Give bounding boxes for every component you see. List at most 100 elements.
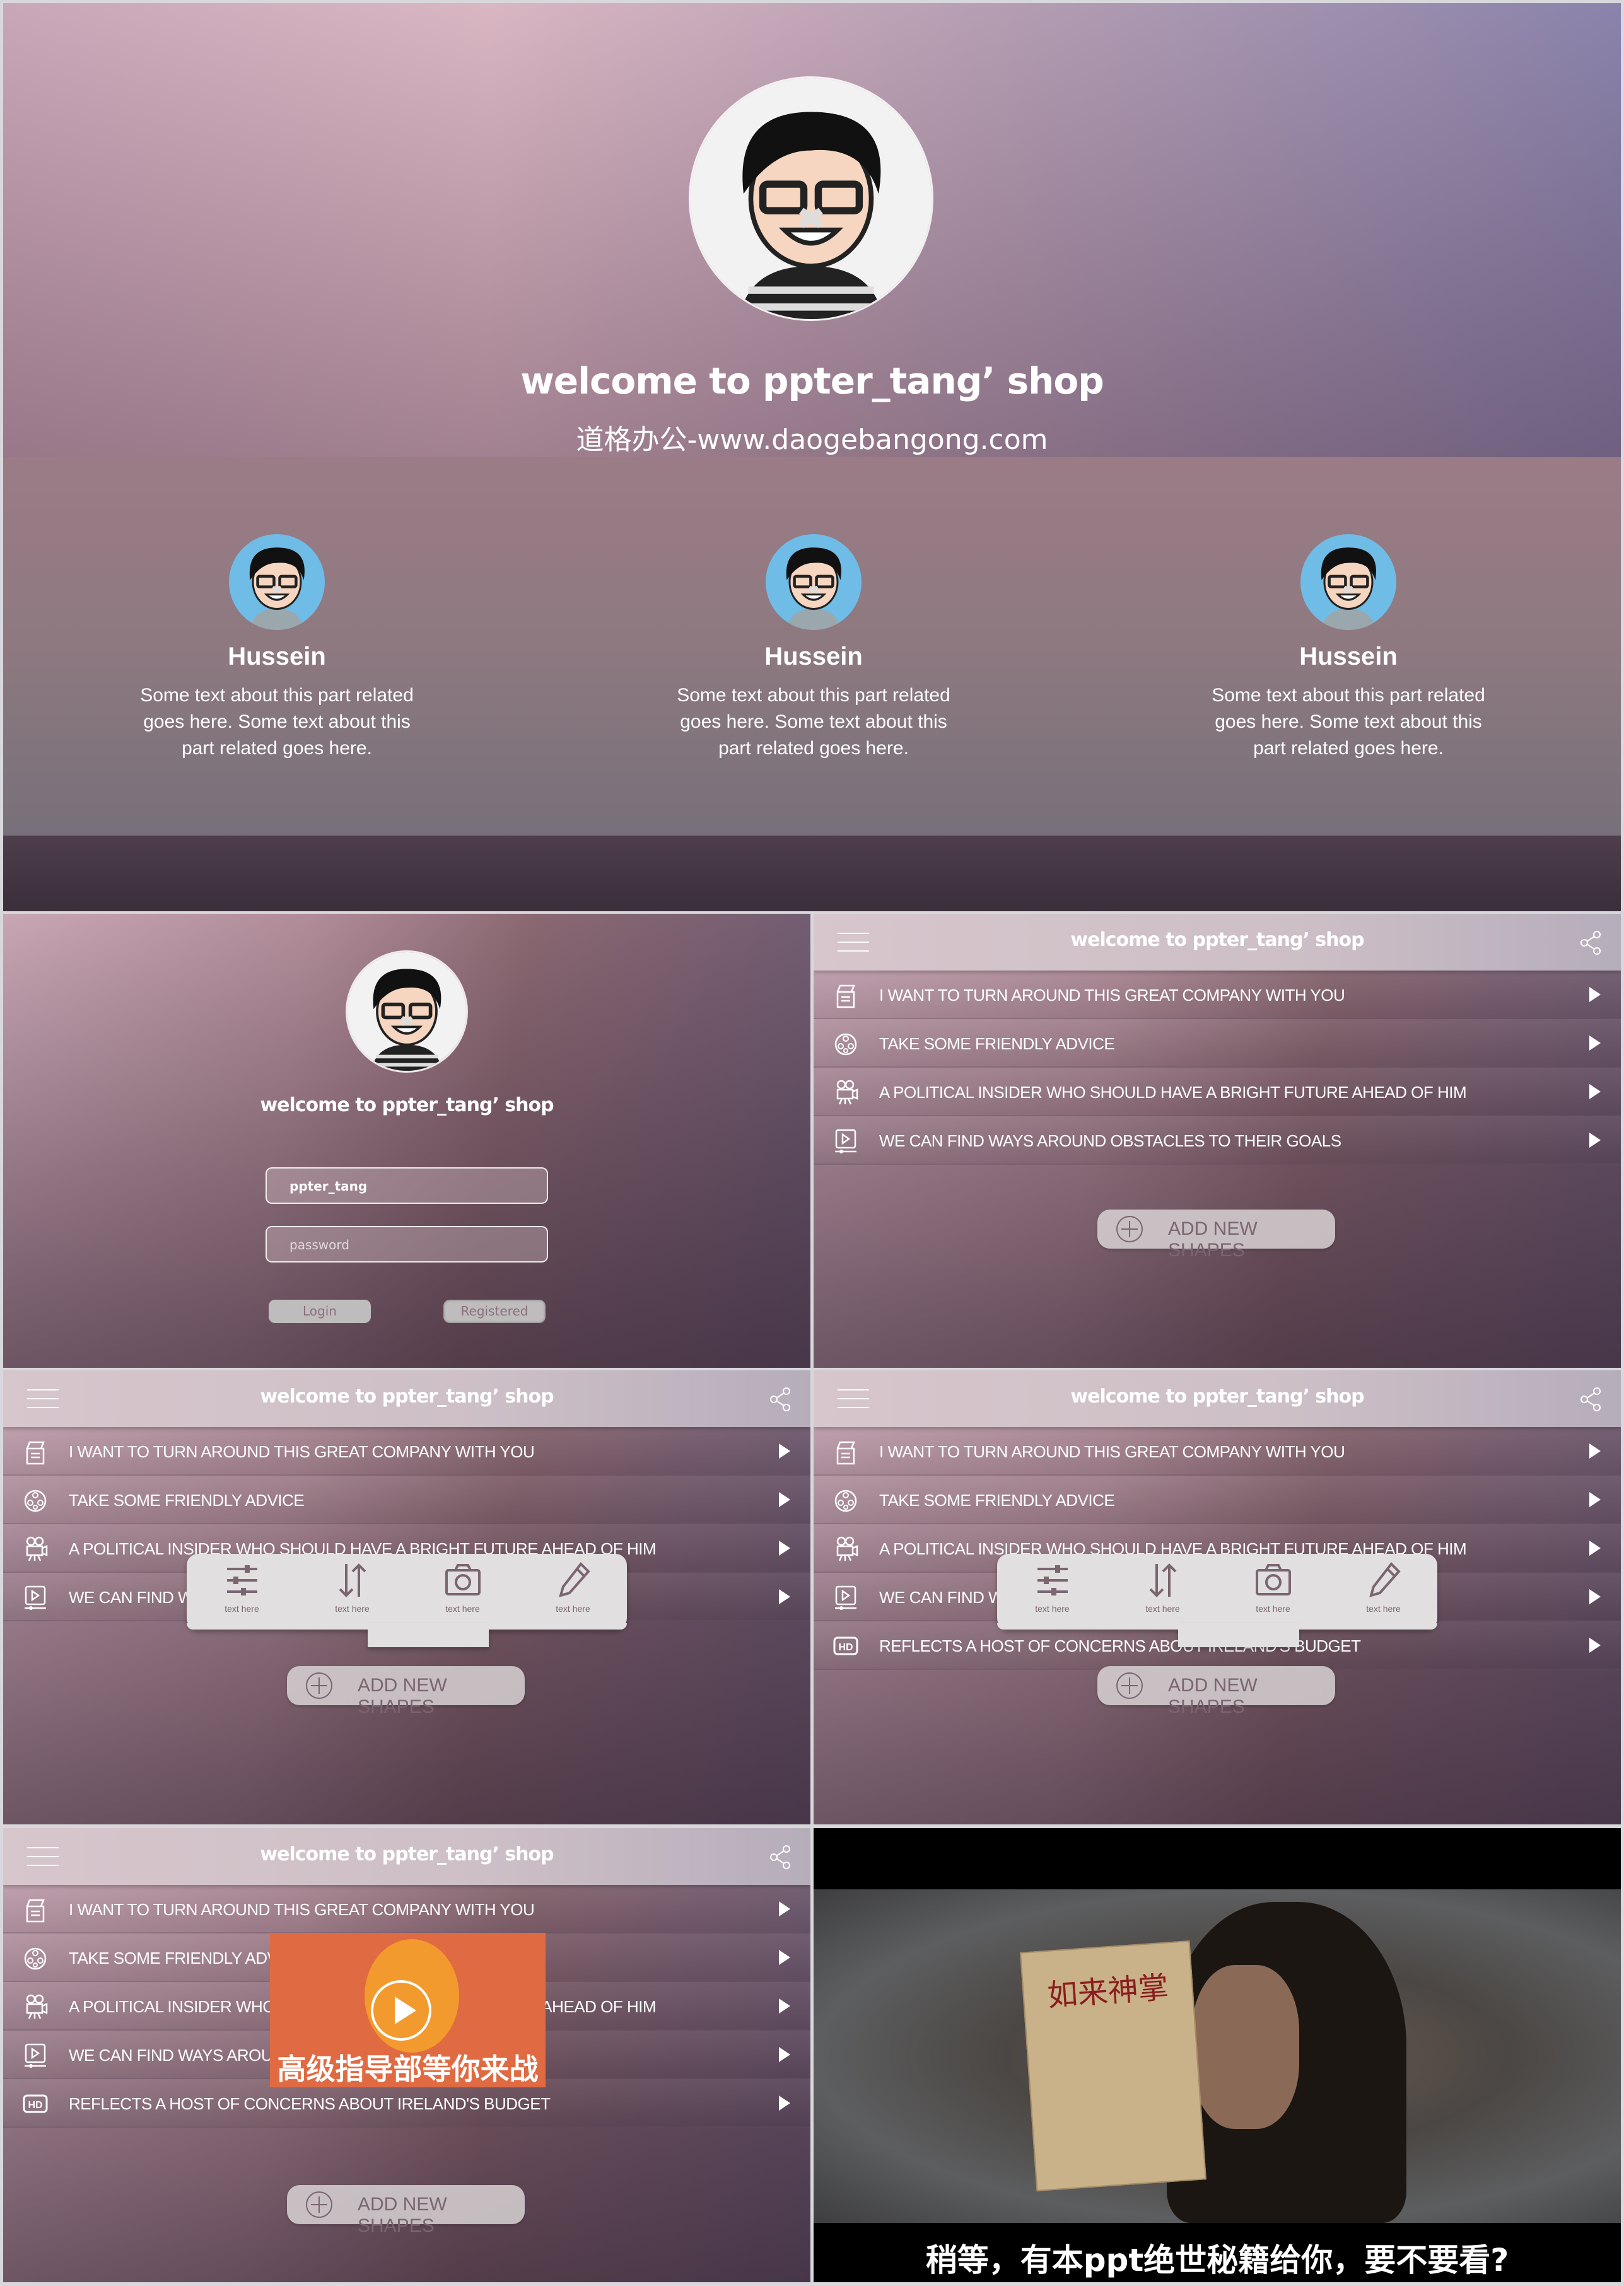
chevron-right-icon — [779, 2096, 790, 2111]
thumbnail-caption: 高级指导部等你来战 — [277, 2052, 539, 2086]
menu-item[interactable]: TAKE SOME FRIENDLY ADVICE — [814, 1019, 1621, 1068]
sliders-icon — [1037, 1565, 1068, 1595]
toolbar-button[interactable]: text here — [297, 1560, 407, 1623]
chevron-right-icon — [779, 1901, 790, 1916]
sliders-icon — [226, 1565, 257, 1595]
pencil-icon — [1369, 1561, 1401, 1597]
chevron-right-icon — [779, 2047, 790, 2062]
avatar — [229, 534, 325, 630]
menu-item-label: WE CAN FIND WAYS AROUND OBSTACLES TO THE… — [879, 1131, 1341, 1150]
menu-item[interactable]: WE CAN FIND WAYS AROUND OBSTACLES TO THE… — [814, 1116, 1621, 1165]
man-face — [1192, 1965, 1299, 2129]
password-input[interactable]: password — [266, 1226, 548, 1263]
chevron-right-icon — [779, 1950, 790, 1965]
film-reel-icon — [834, 1490, 857, 1512]
menu-item-label: TAKE SOME FRIENDLY ADVICE — [879, 1034, 1115, 1053]
add-new-shapes-button[interactable]: ADD NEW SHAPES — [1097, 1666, 1335, 1717]
hd-icon: HD — [833, 1636, 858, 1655]
plus-icon — [306, 2191, 332, 2218]
share-icon[interactable] — [1579, 1387, 1602, 1412]
toolbar-label: text here — [1366, 1604, 1401, 1614]
chevron-right-icon — [1589, 987, 1601, 1002]
chevron-right-icon — [779, 1492, 790, 1507]
video-player-icon — [25, 1585, 46, 1610]
login-screen: welcome to ppter_tang’ shop ppter_tang p… — [3, 914, 810, 1368]
movie-camera-icon — [26, 1994, 48, 2019]
menu-item-label: I WANT TO TURN AROUND THIS GREAT COMPANY… — [69, 1442, 535, 1461]
plus-icon — [1116, 1672, 1143, 1699]
menu-item[interactable]: TAKE SOME FRIENDLY ADVICE — [3, 1476, 810, 1524]
toolbar-button[interactable]: text here — [1107, 1560, 1218, 1623]
movie-camera-icon — [836, 1080, 858, 1105]
menu-screen-toolbar: welcome to ppter_tang’ shop I WANT TO TU… — [3, 1370, 810, 1824]
film-reel-icon — [834, 1033, 857, 1056]
app-header: welcome to ppter_tang’ shop — [814, 1370, 1621, 1427]
member-bio: Some text about this part related goes h… — [140, 685, 414, 759]
toolbar-button[interactable]: text here — [518, 1560, 628, 1623]
avatar — [1300, 534, 1396, 630]
add-new-shapes-button[interactable]: ADD NEW SHAPES — [287, 2185, 525, 2236]
menu-item[interactable]: I WANT TO TURN AROUND THIS GREAT COMPANY… — [3, 1885, 810, 1933]
app-header: welcome to ppter_tang’ shop — [3, 1828, 810, 1885]
pencil-icon — [558, 1561, 590, 1597]
plus-icon — [1116, 1216, 1143, 1242]
toolbar-popup: text here text here text here text here — [997, 1554, 1439, 1647]
toolbar-button[interactable]: text here — [1328, 1560, 1439, 1623]
video-player[interactable]: 如来神掌 稍等，有本ppt绝世秘籍给你，要不要看? — [814, 1828, 1621, 2282]
chevron-right-icon — [1589, 1084, 1601, 1099]
login-button[interactable]: Login — [269, 1300, 371, 1323]
chevron-right-icon — [1589, 1589, 1601, 1604]
member-name: Hussein — [1299, 643, 1398, 670]
chevron-right-icon — [779, 1998, 790, 2014]
toolbar-label: text here — [1145, 1604, 1180, 1614]
menu-item[interactable]: I WANT TO TURN AROUND THIS GREAT COMPANY… — [814, 971, 1621, 1019]
menu-item-label: TAKE SOME FRIENDLY ADVICE — [879, 1491, 1115, 1510]
svg-text:HD: HD — [838, 1642, 853, 1653]
header-title: welcome to ppter_tang’ shop — [1070, 929, 1364, 951]
footer-band — [3, 836, 1621, 911]
member-bio: Some text about this part related goes h… — [677, 685, 950, 759]
video-player-icon — [25, 2043, 46, 2068]
page-title: welcome to ppter_tang’ shop — [520, 359, 1104, 402]
menu-item-label: I WANT TO TURN AROUND THIS GREAT COMPANY… — [879, 1442, 1345, 1461]
toolbar-button[interactable]: text here — [407, 1560, 518, 1623]
chevron-right-icon — [1589, 1492, 1601, 1507]
add-new-shapes-button[interactable]: ADD NEW SHAPES — [287, 1666, 525, 1717]
header-title: welcome to ppter_tang’ shop — [1070, 1385, 1364, 1408]
play-icon[interactable] — [371, 1980, 431, 2041]
menu-item[interactable]: I WANT TO TURN AROUND THIS GREAT COMPANY… — [814, 1427, 1621, 1476]
member-name: Hussein — [228, 643, 326, 670]
sort-arrows-icon — [339, 1563, 366, 1597]
menu-item-label: REFLECTS A HOST OF CONCERNS ABOUT IRELAN… — [69, 2094, 551, 2113]
header-title: welcome to ppter_tang’ shop — [260, 1385, 554, 1408]
share-icon[interactable] — [769, 1387, 792, 1412]
toolbar-label: text here — [556, 1604, 590, 1614]
camera-icon — [445, 1564, 481, 1595]
profile-slide: welcome to ppter_tang’ shop 道格办公-www.dao… — [3, 3, 1621, 911]
plus-icon — [306, 1672, 332, 1699]
add-new-shapes-button[interactable]: ADD NEW SHAPES — [1097, 1210, 1335, 1261]
clapperboard-icon — [836, 1441, 855, 1465]
menu-item[interactable]: TAKE SOME FRIENDLY ADVICE — [814, 1476, 1621, 1524]
menu-item[interactable]: A POLITICAL INSIDER WHO SHOULD HAVE A BR… — [814, 1068, 1621, 1116]
toolbar-button[interactable]: text here — [1218, 1560, 1328, 1623]
chevron-right-icon — [1589, 1133, 1601, 1148]
team-member: Hussein Some text about this part relate… — [593, 534, 1034, 762]
app-header: welcome to ppter_tang’ shop — [3, 1370, 810, 1427]
register-button[interactable]: Registered — [443, 1300, 546, 1323]
menu-item[interactable]: I WANT TO TURN AROUND THIS GREAT COMPANY… — [3, 1427, 810, 1476]
film-reel-icon — [24, 1947, 47, 1970]
menu-item-label: I WANT TO TURN AROUND THIS GREAT COMPANY… — [69, 1900, 535, 1919]
toolbar-popup: text here text here text here text here — [187, 1554, 628, 1647]
avatar — [346, 950, 468, 1073]
share-icon[interactable] — [1579, 930, 1602, 955]
toolbar-button[interactable]: text here — [997, 1560, 1107, 1623]
chevron-right-icon — [779, 1589, 790, 1604]
clapperboard-icon — [836, 984, 855, 1008]
clapperboard-icon — [26, 1899, 45, 1923]
username-input[interactable]: ppter_tang — [266, 1167, 548, 1204]
toolbar-button[interactable]: text here — [187, 1560, 297, 1623]
video-thumbnail[interactable]: 高级指导部等你来战 — [270, 1933, 546, 2087]
toolbar-label: text here — [335, 1604, 370, 1614]
share-icon[interactable] — [769, 1845, 792, 1870]
